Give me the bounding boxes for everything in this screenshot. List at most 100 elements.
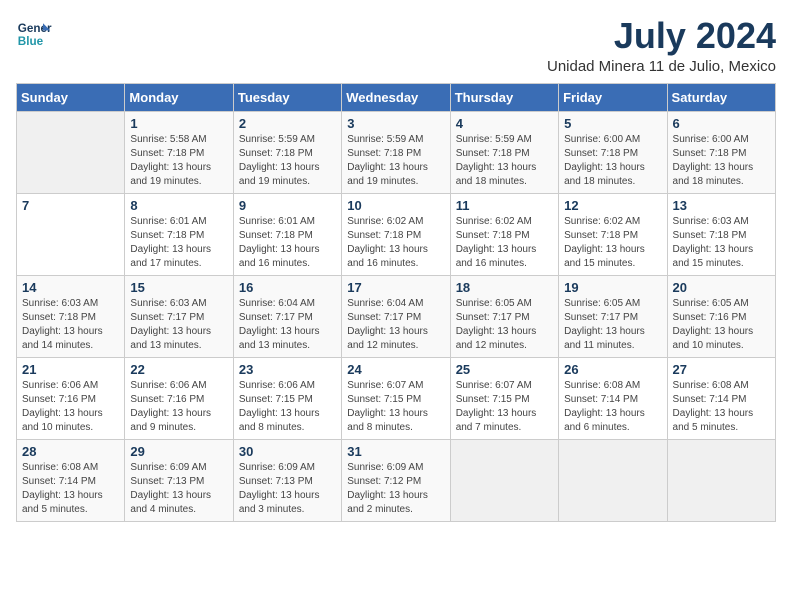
calendar-cell: 20 Sunrise: 6:05 AM Sunset: 7:16 PM Dayli… bbox=[667, 275, 775, 357]
day-number: 29 bbox=[130, 444, 227, 459]
logo-icon: General Blue bbox=[16, 16, 52, 52]
day-info: Sunrise: 6:02 AM Sunset: 7:18 PM Dayligh… bbox=[564, 215, 661, 271]
calendar-cell: 9 Sunrise: 6:01 AM Sunset: 7:18 PM Daylig… bbox=[233, 193, 341, 275]
day-number: 14 bbox=[22, 280, 119, 295]
calendar-table: SundayMondayTuesdayWednesdayThursdayFrid… bbox=[16, 83, 776, 522]
calendar-cell: 25 Sunrise: 6:07 AM Sunset: 7:15 PM Dayli… bbox=[450, 357, 558, 439]
day-info: Sunrise: 6:08 AM Sunset: 7:14 PM Dayligh… bbox=[673, 379, 770, 435]
calendar-cell: 16 Sunrise: 6:04 AM Sunset: 7:17 PM Dayli… bbox=[233, 275, 341, 357]
day-number: 20 bbox=[673, 280, 770, 295]
day-number: 3 bbox=[347, 116, 444, 131]
calendar-cell: 13 Sunrise: 6:03 AM Sunset: 7:18 PM Dayli… bbox=[667, 193, 775, 275]
weekday-header-cell: Tuesday bbox=[233, 83, 341, 111]
calendar-cell: 18 Sunrise: 6:05 AM Sunset: 7:17 PM Dayli… bbox=[450, 275, 558, 357]
weekday-header-cell: Friday bbox=[559, 83, 667, 111]
day-info: Sunrise: 6:02 AM Sunset: 7:18 PM Dayligh… bbox=[456, 215, 553, 271]
calendar-cell: 21 Sunrise: 6:06 AM Sunset: 7:16 PM Dayli… bbox=[17, 357, 125, 439]
day-number: 2 bbox=[239, 116, 336, 131]
calendar-cell: 30Sunrise: 6:09 AM Sunset: 7:13 PM Dayli… bbox=[233, 439, 341, 521]
day-number: 27 bbox=[673, 362, 770, 377]
calendar-cell: 3 Sunrise: 5:59 AM Sunset: 7:18 PM Daylig… bbox=[342, 111, 450, 193]
calendar-cell: 23 Sunrise: 6:06 AM Sunset: 7:15 PM Dayli… bbox=[233, 357, 341, 439]
day-info: Sunrise: 6:04 AM Sunset: 7:17 PM Dayligh… bbox=[347, 297, 444, 353]
weekday-header-cell: Saturday bbox=[667, 83, 775, 111]
calendar-week-row: 21 Sunrise: 6:06 AM Sunset: 7:16 PM Dayli… bbox=[17, 357, 776, 439]
day-number: 30 bbox=[239, 444, 336, 459]
day-number: 25 bbox=[456, 362, 553, 377]
calendar-cell: 31 Sunrise: 6:09 AM Sunset: 7:12 PM Dayli… bbox=[342, 439, 450, 521]
calendar-cell: 4 Sunrise: 5:59 AM Sunset: 7:18 PM Daylig… bbox=[450, 111, 558, 193]
day-info: Sunrise: 6:02 AM Sunset: 7:18 PM Dayligh… bbox=[347, 215, 444, 271]
day-number: 17 bbox=[347, 280, 444, 295]
calendar-body: 1Sunrise: 5:58 AM Sunset: 7:18 PM Daylig… bbox=[17, 111, 776, 521]
day-number: 13 bbox=[673, 198, 770, 213]
calendar-cell: 5 Sunrise: 6:00 AM Sunset: 7:18 PM Daylig… bbox=[559, 111, 667, 193]
calendar-cell bbox=[667, 439, 775, 521]
calendar-cell: 8 Sunrise: 6:01 AM Sunset: 7:18 PM Daylig… bbox=[125, 193, 233, 275]
day-number: 23 bbox=[239, 362, 336, 377]
calendar-cell: 14 Sunrise: 6:03 AM Sunset: 7:18 PM Dayli… bbox=[17, 275, 125, 357]
calendar-cell: 10 Sunrise: 6:02 AM Sunset: 7:18 PM Dayli… bbox=[342, 193, 450, 275]
day-number: 21 bbox=[22, 362, 119, 377]
calendar-week-row: 78 Sunrise: 6:01 AM Sunset: 7:18 PM Dayli… bbox=[17, 193, 776, 275]
day-info: Sunrise: 6:06 AM Sunset: 7:15 PM Dayligh… bbox=[239, 379, 336, 435]
day-number: 31 bbox=[347, 444, 444, 459]
calendar-cell: 17 Sunrise: 6:04 AM Sunset: 7:17 PM Dayli… bbox=[342, 275, 450, 357]
day-number: 19 bbox=[564, 280, 661, 295]
day-info: Sunrise: 6:08 AM Sunset: 7:14 PM Dayligh… bbox=[564, 379, 661, 435]
day-number: 8 bbox=[130, 198, 227, 213]
day-info: Sunrise: 6:03 AM Sunset: 7:18 PM Dayligh… bbox=[22, 297, 119, 353]
day-info: Sunrise: 6:00 AM Sunset: 7:18 PM Dayligh… bbox=[564, 133, 661, 189]
day-number: 11 bbox=[456, 198, 553, 213]
calendar-cell: 26Sunrise: 6:08 AM Sunset: 7:14 PM Dayli… bbox=[559, 357, 667, 439]
day-info: Sunrise: 6:00 AM Sunset: 7:18 PM Dayligh… bbox=[673, 133, 770, 189]
day-info: Sunrise: 6:03 AM Sunset: 7:17 PM Dayligh… bbox=[130, 297, 227, 353]
day-info: Sunrise: 6:05 AM Sunset: 7:16 PM Dayligh… bbox=[673, 297, 770, 353]
calendar-cell: 12 Sunrise: 6:02 AM Sunset: 7:18 PM Dayli… bbox=[559, 193, 667, 275]
calendar-week-row: 28Sunrise: 6:08 AM Sunset: 7:14 PM Dayli… bbox=[17, 439, 776, 521]
day-number: 6 bbox=[673, 116, 770, 131]
day-info: Sunrise: 5:59 AM Sunset: 7:18 PM Dayligh… bbox=[347, 133, 444, 189]
calendar-cell: 2 Sunrise: 5:59 AM Sunset: 7:18 PM Daylig… bbox=[233, 111, 341, 193]
day-info: Sunrise: 6:03 AM Sunset: 7:18 PM Dayligh… bbox=[673, 215, 770, 271]
day-info: Sunrise: 6:01 AM Sunset: 7:18 PM Dayligh… bbox=[130, 215, 227, 271]
weekday-header-cell: Thursday bbox=[450, 83, 558, 111]
day-number: 7 bbox=[22, 198, 119, 213]
day-number: 28 bbox=[22, 444, 119, 459]
weekday-header-cell: Wednesday bbox=[342, 83, 450, 111]
calendar-cell bbox=[17, 111, 125, 193]
day-number: 4 bbox=[456, 116, 553, 131]
calendar-cell: 11 Sunrise: 6:02 AM Sunset: 7:18 PM Dayli… bbox=[450, 193, 558, 275]
day-info: Sunrise: 6:09 AM Sunset: 7:13 PM Dayligh… bbox=[130, 461, 227, 517]
calendar-cell: 27 Sunrise: 6:08 AM Sunset: 7:14 PM Dayli… bbox=[667, 357, 775, 439]
calendar-week-row: 1Sunrise: 5:58 AM Sunset: 7:18 PM Daylig… bbox=[17, 111, 776, 193]
calendar-cell: 22Sunrise: 6:06 AM Sunset: 7:16 PM Dayli… bbox=[125, 357, 233, 439]
day-info: Sunrise: 6:07 AM Sunset: 7:15 PM Dayligh… bbox=[456, 379, 553, 435]
svg-text:Blue: Blue bbox=[18, 35, 44, 48]
day-number: 16 bbox=[239, 280, 336, 295]
month-title: July 2024 bbox=[547, 16, 776, 56]
location-title: Unidad Minera 11 de Julio, Mexico bbox=[547, 58, 776, 75]
day-number: 15 bbox=[130, 280, 227, 295]
day-number: 18 bbox=[456, 280, 553, 295]
day-info: Sunrise: 6:05 AM Sunset: 7:17 PM Dayligh… bbox=[456, 297, 553, 353]
day-info: Sunrise: 5:59 AM Sunset: 7:18 PM Dayligh… bbox=[456, 133, 553, 189]
day-number: 10 bbox=[347, 198, 444, 213]
calendar-cell: 1Sunrise: 5:58 AM Sunset: 7:18 PM Daylig… bbox=[125, 111, 233, 193]
day-number: 22 bbox=[130, 362, 227, 377]
calendar-cell: 24Sunrise: 6:07 AM Sunset: 7:15 PM Dayli… bbox=[342, 357, 450, 439]
calendar-cell: 29 Sunrise: 6:09 AM Sunset: 7:13 PM Dayli… bbox=[125, 439, 233, 521]
day-number: 5 bbox=[564, 116, 661, 131]
calendar-cell: 15 Sunrise: 6:03 AM Sunset: 7:17 PM Dayli… bbox=[125, 275, 233, 357]
weekday-header-cell: Sunday bbox=[17, 83, 125, 111]
logo: General Blue bbox=[16, 16, 52, 52]
day-info: Sunrise: 6:06 AM Sunset: 7:16 PM Dayligh… bbox=[22, 379, 119, 435]
day-number: 12 bbox=[564, 198, 661, 213]
day-info: Sunrise: 6:04 AM Sunset: 7:17 PM Dayligh… bbox=[239, 297, 336, 353]
calendar-cell bbox=[450, 439, 558, 521]
day-info: Sunrise: 6:09 AM Sunset: 7:12 PM Dayligh… bbox=[347, 461, 444, 517]
calendar-cell bbox=[559, 439, 667, 521]
day-number: 9 bbox=[239, 198, 336, 213]
day-info: Sunrise: 5:59 AM Sunset: 7:18 PM Dayligh… bbox=[239, 133, 336, 189]
day-info: Sunrise: 6:01 AM Sunset: 7:18 PM Dayligh… bbox=[239, 215, 336, 271]
